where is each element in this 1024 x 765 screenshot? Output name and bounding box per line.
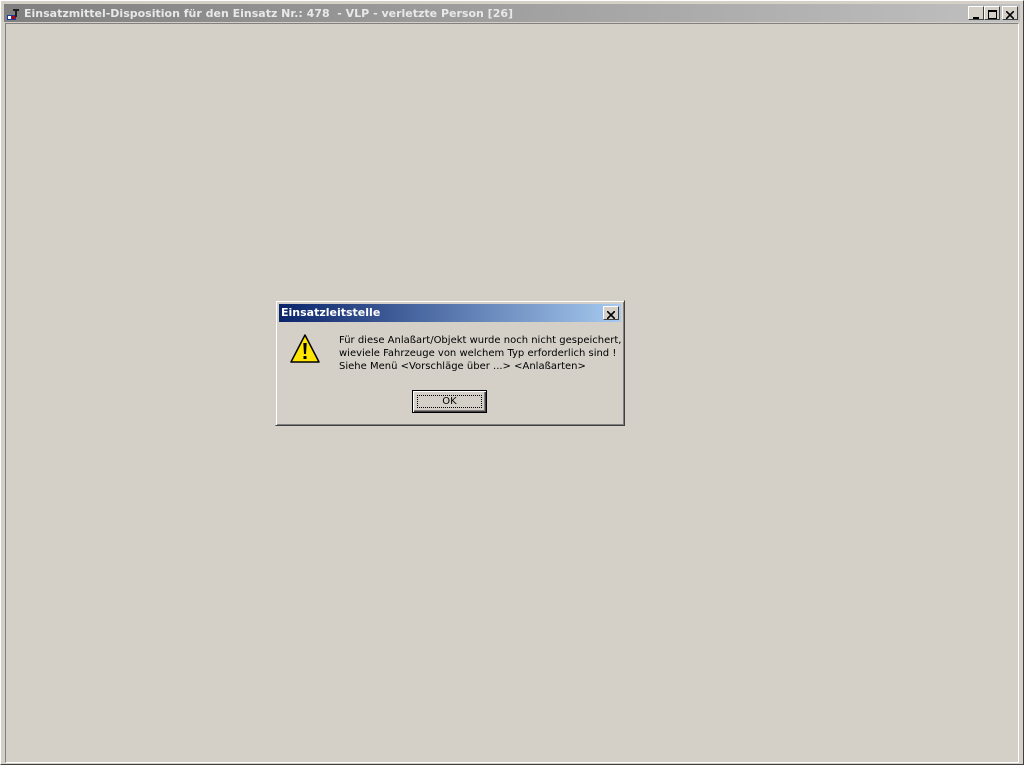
main-titlebar[interactable]: Einsatzmittel-Disposition für den Einsat… [4,4,1020,22]
maximize-icon [987,4,997,23]
dialog-title: Einsatzleitstelle [281,306,381,319]
close-icon [606,304,616,323]
app-icon[interactable] [6,6,20,20]
message-line: wieviele Fahrzeuge von welchem Typ erfor… [339,348,617,359]
minimize-icon [972,4,980,23]
dialog-close-button[interactable] [603,306,619,320]
maximize-button[interactable] [984,6,1000,20]
window-controls [968,6,1018,20]
ok-button[interactable]: OK [412,390,487,413]
focus-rect [417,395,482,408]
message-line: Siehe Menü <Vorschläge über ...> <Anlaßa… [339,361,586,372]
message-dialog: Einsatzleitstelle Für diese Anlaßart/Obj… [275,300,625,426]
close-icon [1005,4,1015,23]
minimize-button[interactable] [968,6,984,20]
message-line: Für diese Anlaßart/Objekt wurde noch nic… [339,335,622,346]
main-window-title: Einsatzmittel-Disposition für den Einsat… [24,6,514,20]
close-button[interactable] [1002,6,1018,20]
dialog-titlebar[interactable]: Einsatzleitstelle [279,304,621,322]
warning-icon [289,333,321,365]
dialog-message: Für diese Anlaßart/Objekt wurde noch nic… [339,334,624,373]
